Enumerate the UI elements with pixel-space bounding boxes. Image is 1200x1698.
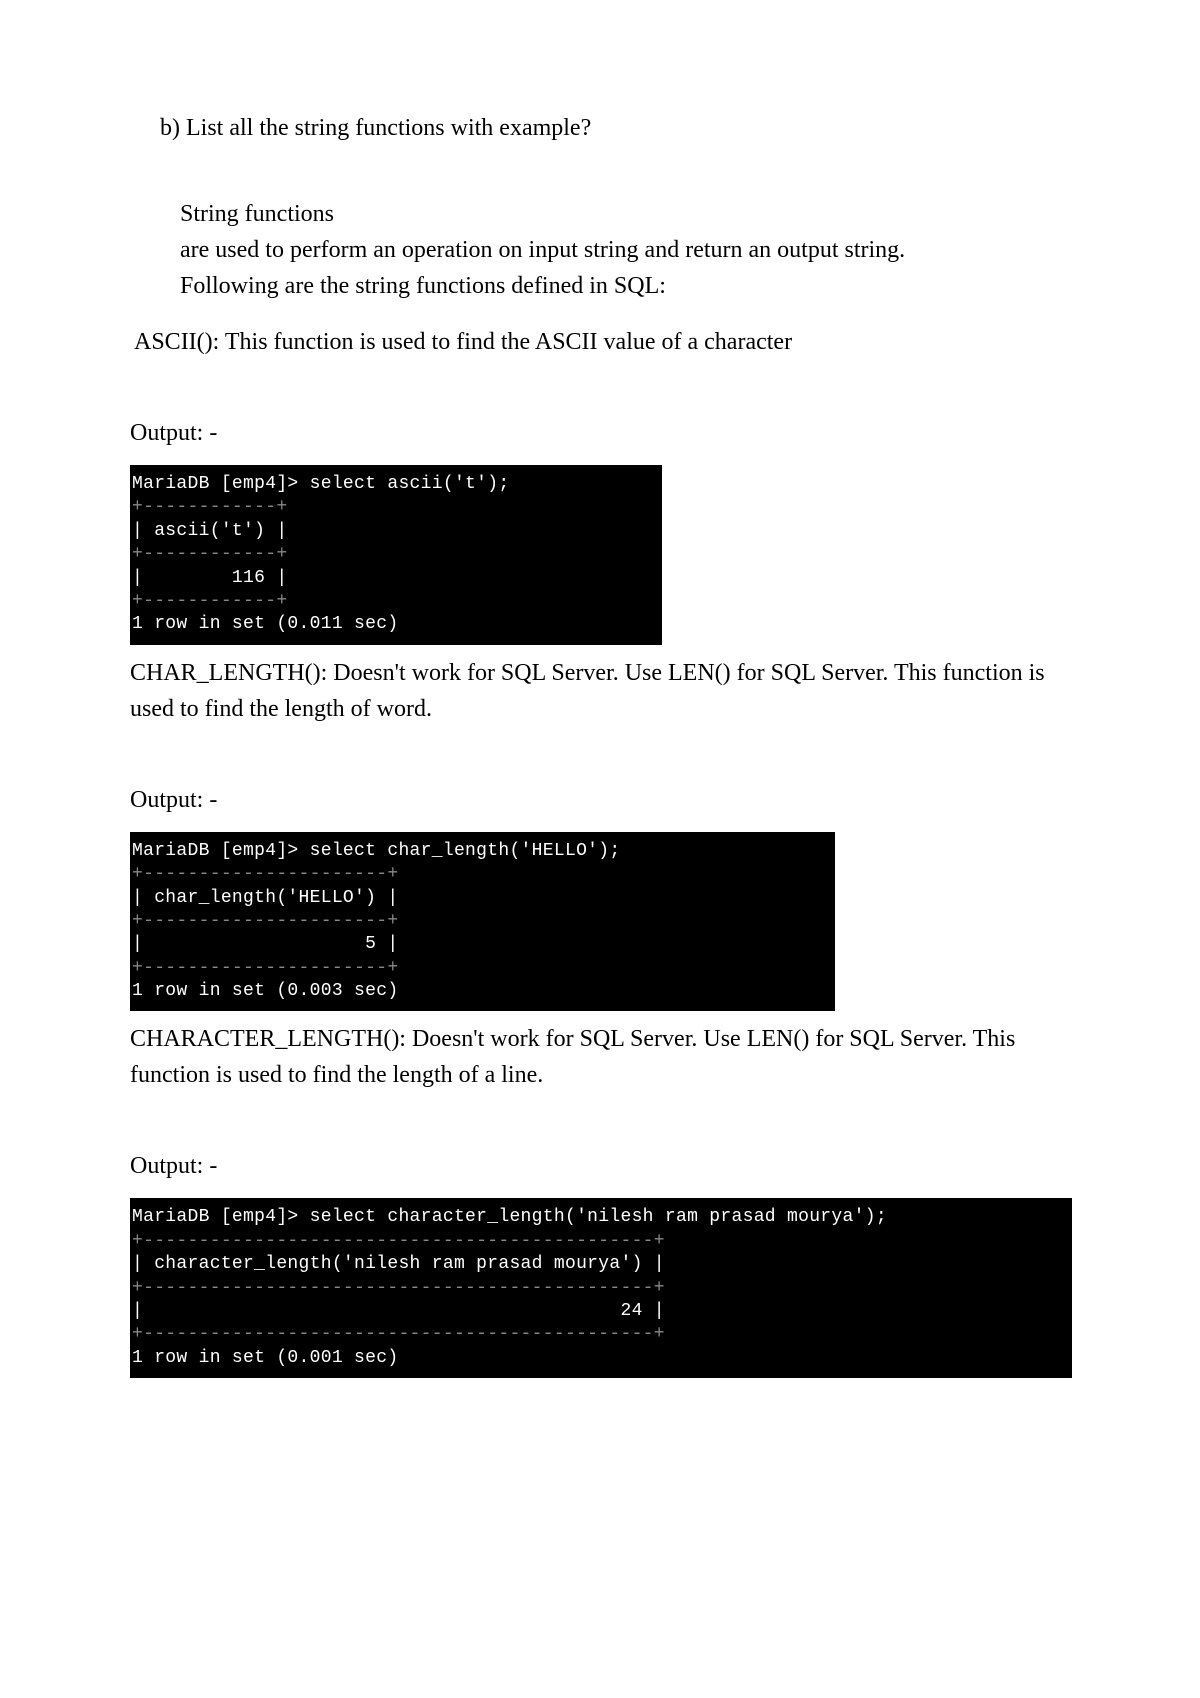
term-sep: +---------------------------------------… [132,1278,665,1298]
term-sep: +------------+ [132,497,287,517]
term-line: | ascii('t') | [132,521,287,541]
ascii-desc: ASCII(): This function is used to find t… [134,324,1070,360]
term-line: | char_length('HELLO') | [132,888,398,908]
term-line: 1 row in set (0.011 sec) [132,614,398,634]
term-line: | 24 | [132,1301,665,1321]
term-sep: +------------+ [132,591,287,611]
characterlength-desc: CHARACTER_LENGTH(): Doesn't work for SQL… [130,1021,1070,1093]
term-sep: +---------------------------------------… [132,1231,665,1251]
term-line: MariaDB [emp4]> select char_length('HELL… [132,841,620,861]
intro-line1: are used to perform an operation on inpu… [180,232,1070,268]
term-sep: +------------+ [132,544,287,564]
term-sep: +---------------------------------------… [132,1324,665,1344]
question-title: b) List all the string functions with ex… [160,110,1070,146]
terminal-ascii: MariaDB [emp4]> select ascii('t'); +----… [130,465,662,645]
term-line: MariaDB [emp4]> select character_length(… [132,1207,887,1227]
term-line: 1 row in set (0.003 sec) [132,981,398,1001]
term-line: | 116 | [132,568,287,588]
term-line: | 5 | [132,934,398,954]
charlength-desc: CHAR_LENGTH(): Doesn't work for SQL Serv… [130,655,1070,727]
terminal-charlength: MariaDB [emp4]> select char_length('HELL… [130,832,835,1012]
terminal-characterlength: MariaDB [emp4]> select character_length(… [130,1198,1072,1378]
output-label-1: Output: - [130,415,1070,451]
output-label-2: Output: - [130,782,1070,818]
term-line: MariaDB [emp4]> select ascii('t'); [132,474,509,494]
term-line: | character_length('nilesh ram prasad mo… [132,1254,665,1274]
intro-line2: Following are the string functions defin… [180,268,1070,304]
term-line: 1 row in set (0.001 sec) [132,1348,398,1368]
term-sep: +----------------------+ [132,911,398,931]
intro-heading: String functions [180,196,1070,232]
output-label-3: Output: - [130,1148,1070,1184]
term-sep: +----------------------+ [132,864,398,884]
intro-block: String functions are used to perform an … [180,196,1070,304]
term-sep: +----------------------+ [132,958,398,978]
